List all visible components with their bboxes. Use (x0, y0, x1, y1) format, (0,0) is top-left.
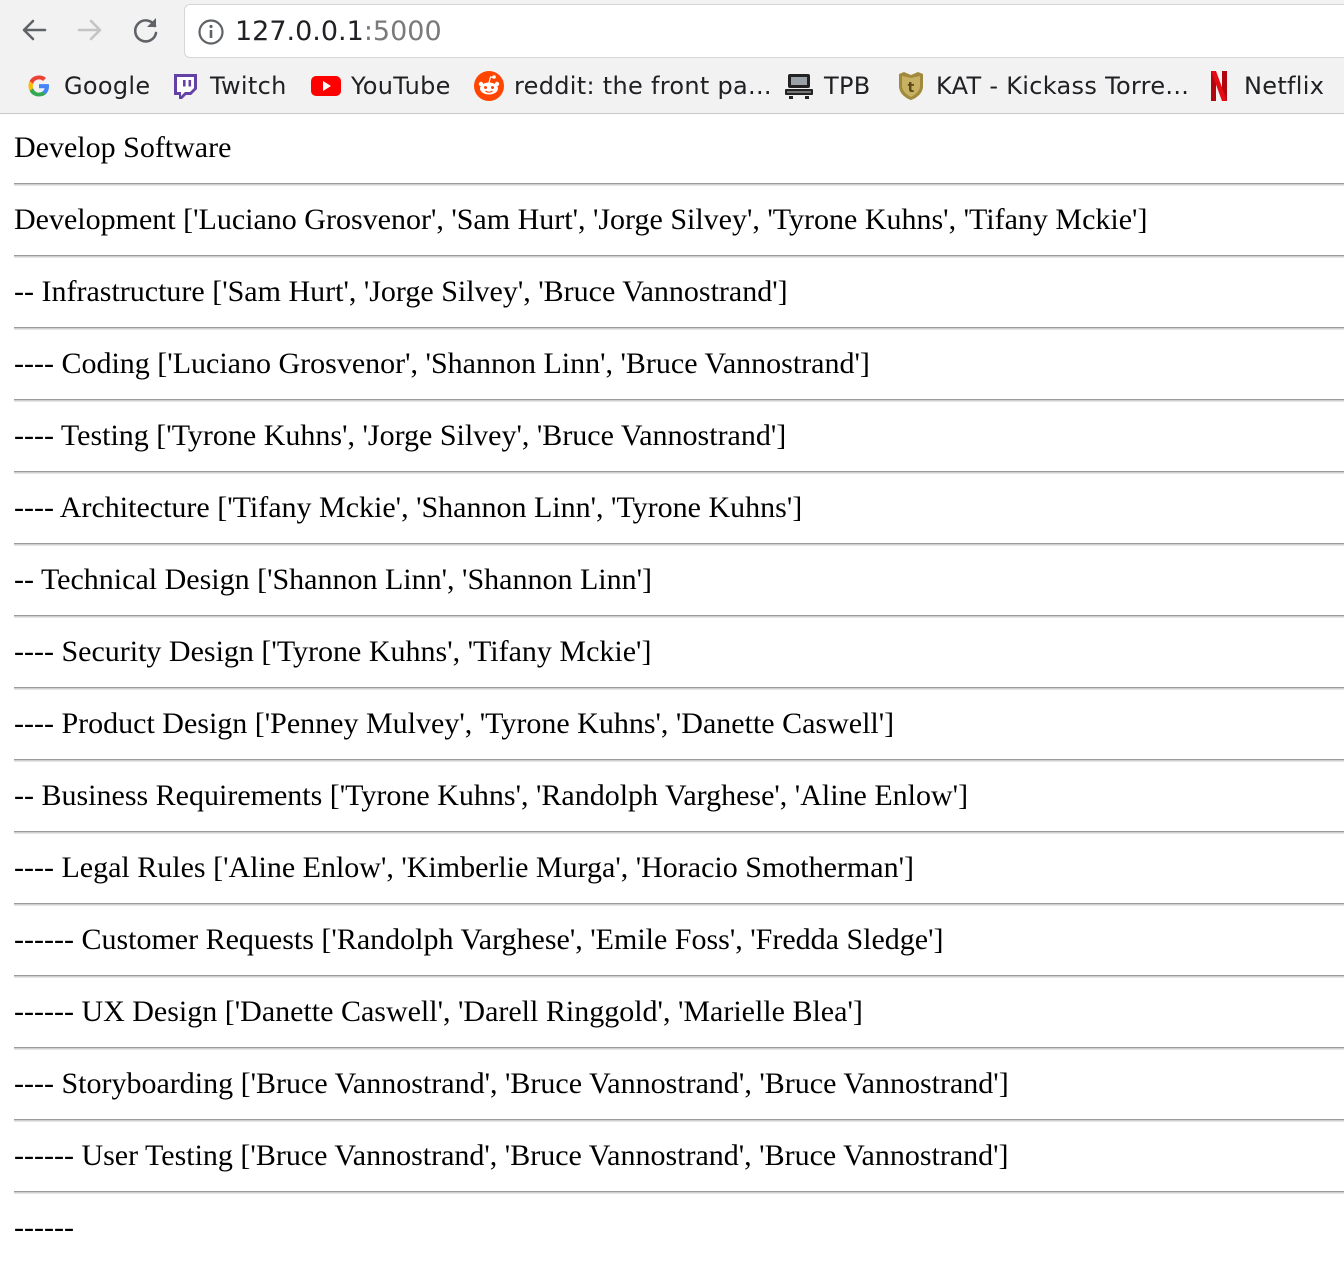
list-item: ---- Legal Rules ['Aline Enlow', 'Kimber… (14, 834, 1344, 906)
row-text: ------ User Testing ['Bruce Vannostrand'… (14, 1139, 1009, 1172)
bookmark-label: TPB (824, 72, 871, 100)
youtube-icon (309, 69, 343, 103)
reload-icon (133, 18, 158, 43)
bookmark-label: YouTube (351, 72, 451, 100)
bookmark-kat[interactable]: t KAT - Kickass Torre... (894, 66, 1189, 106)
row-text: ---- Architecture ['Tifany Mckie', 'Shan… (14, 491, 803, 524)
bookmark-label: Google (64, 72, 151, 100)
url-port: :5000 (363, 16, 442, 47)
bookmark-twitch[interactable]: Twitch (168, 66, 287, 106)
back-button[interactable] (16, 12, 52, 48)
bookmark-label: reddit: the front pa... (514, 72, 772, 100)
list-item: -- Business Requirements ['Tyrone Kuhns'… (14, 762, 1344, 834)
list-item: ------ UX Design ['Danette Caswell', 'Da… (14, 978, 1344, 1050)
list-item: ---- Storyboarding ['Bruce Vannostrand',… (14, 1050, 1344, 1122)
row-text: -- Business Requirements ['Tyrone Kuhns'… (14, 779, 969, 812)
bookmark-label: Twitch (210, 72, 287, 100)
browser-toolbar: 127.0.0.1:5000 (0, 0, 1344, 62)
arrow-right-icon (77, 19, 102, 41)
row-text: ---- Security Design ['Tyrone Kuhns', 'T… (14, 635, 652, 668)
svg-text:t: t (908, 80, 915, 96)
arrow-left-icon (22, 19, 47, 41)
row-text: ---- Testing ['Tyrone Kuhns', 'Jorge Sil… (14, 419, 787, 452)
row-text: ---- Coding ['Luciano Grosvenor', 'Shann… (14, 347, 870, 380)
row-text: Development ['Luciano Grosvenor', 'Sam H… (14, 203, 1148, 236)
list-item: ---- Coding ['Luciano Grosvenor', 'Shann… (14, 330, 1344, 402)
list-item: ---- Security Design ['Tyrone Kuhns', 'T… (14, 618, 1344, 690)
row-text: Develop Software (14, 131, 232, 164)
row-text: -- Technical Design ['Shannon Linn', 'Sh… (14, 563, 653, 596)
reddit-icon (472, 69, 506, 103)
row-text: ------ UX Design ['Danette Caswell', 'Da… (14, 995, 863, 1028)
bookmark-netflix[interactable]: Netflix (1202, 66, 1324, 106)
list-item: Development ['Luciano Grosvenor', 'Sam H… (14, 186, 1344, 258)
list-item: ------ (14, 1194, 1344, 1254)
kat-icon: t (894, 69, 928, 103)
list-item: ---- Architecture ['Tifany Mckie', 'Shan… (14, 474, 1344, 546)
list-item: ---- Product Design ['Penney Mulvey', 'T… (14, 690, 1344, 762)
url-text[interactable]: 127.0.0.1:5000 (235, 16, 442, 48)
bookmark-reddit[interactable]: reddit: the front pa... (472, 66, 772, 106)
list-item: Develop Software (14, 114, 1344, 186)
twitch-icon (168, 69, 202, 103)
info-icon[interactable] (197, 18, 225, 50)
row-text: ---- Legal Rules ['Aline Enlow', 'Kimber… (14, 851, 914, 884)
bookmark-tpb[interactable]: TPB (782, 66, 871, 106)
row-text: ---- Storyboarding ['Bruce Vannostrand',… (14, 1067, 1009, 1100)
list-item: ---- Testing ['Tyrone Kuhns', 'Jorge Sil… (14, 402, 1344, 474)
browser-chrome: 127.0.0.1:5000 Google Twitch YouTube red… (0, 0, 1344, 114)
netflix-icon (1202, 69, 1236, 103)
bookmark-label: KAT - Kickass Torre... (936, 72, 1190, 100)
list-item: -- Infrastructure ['Sam Hurt', 'Jorge Si… (14, 258, 1344, 330)
bookmark-label: Netflix (1244, 72, 1325, 100)
list-item: ------ User Testing ['Bruce Vannostrand'… (14, 1122, 1344, 1194)
reload-button[interactable] (128, 12, 164, 48)
tpb-icon (782, 69, 816, 103)
row-text: ------ (14, 1211, 74, 1244)
row-text: ---- Product Design ['Penney Mulvey', 'T… (14, 707, 895, 740)
bookmark-youtube[interactable]: YouTube (309, 66, 451, 106)
url-host: 127.0.0.1 (235, 16, 364, 47)
google-icon (22, 69, 56, 103)
row-text: -- Infrastructure ['Sam Hurt', 'Jorge Si… (14, 275, 788, 308)
row-text: ------ Customer Requests ['Randolph Varg… (14, 923, 944, 956)
list-item: -- Technical Design ['Shannon Linn', 'Sh… (14, 546, 1344, 618)
bookmarks-bar: Google Twitch YouTube reddit: the front … (0, 62, 1344, 114)
list-item: ------ Customer Requests ['Randolph Varg… (14, 906, 1344, 978)
page-content: Develop Software Development ['Luciano G… (14, 114, 1344, 1254)
forward-button[interactable] (72, 12, 108, 48)
bookmark-google[interactable]: Google (22, 66, 150, 106)
address-bar[interactable]: 127.0.0.1:5000 (184, 4, 1344, 58)
